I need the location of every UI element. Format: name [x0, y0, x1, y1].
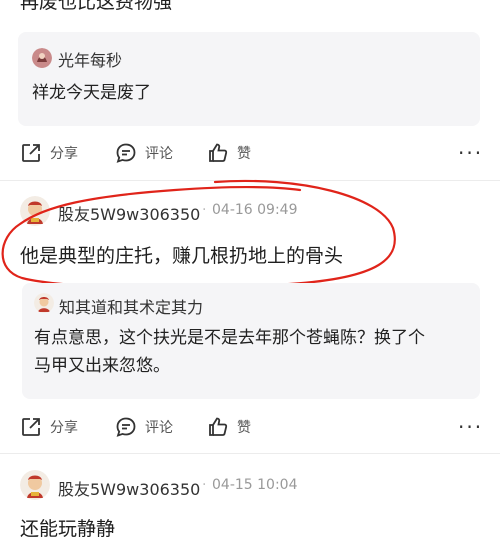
reply-avatar [34, 293, 54, 313]
like-button[interactable]: 赞 [207, 416, 251, 438]
divider [0, 453, 500, 454]
comment-text: 还能玩静静 [20, 518, 116, 540]
like-button[interactable]: 赞 [207, 142, 251, 164]
comment-icon [115, 416, 137, 438]
comment-button[interactable]: 评论 [115, 416, 173, 438]
more-options-button[interactable]: ··· [458, 415, 483, 439]
user-avatar[interactable] [20, 470, 50, 500]
like-label: 赞 [237, 146, 251, 162]
separator-dot: · [202, 202, 207, 218]
share-icon [20, 416, 42, 438]
comment-text-top: 再废也比这费物强 [20, 0, 173, 13]
thumbs-up-icon [207, 416, 229, 438]
divider [0, 180, 500, 181]
share-icon [20, 142, 42, 164]
reply-quote-box[interactable]: 知其道和其术定其力 有点意思，这个扶光是不是去年那个苍蝇陈？换了个 马甲又出来忽… [22, 283, 480, 399]
share-label: 分享 [50, 420, 78, 436]
like-label: 赞 [237, 420, 251, 436]
share-button[interactable]: 分享 [20, 416, 78, 438]
thumbs-up-icon [207, 142, 229, 164]
comment-text: 他是典型的庄托，赚几根扔地上的骨头 [20, 245, 344, 267]
share-label: 分享 [50, 146, 78, 162]
reply-username[interactable]: 光年每秒 [58, 47, 122, 71]
reply-text: 祥龙今天是废了 [32, 83, 151, 103]
user-avatar[interactable] [20, 196, 50, 226]
comment-label: 评论 [145, 146, 173, 162]
reply-avatar [32, 48, 52, 68]
comment-timestamp: 04-15 10:04 [212, 477, 298, 493]
reply-text-line-2: 马甲又出来忽悠。 [34, 356, 170, 376]
comment-label: 评论 [145, 420, 173, 436]
separator-dot: · [202, 477, 207, 493]
comment-timestamp: 04-16 09:49 [212, 202, 298, 218]
reply-username[interactable]: 知其道和其术定其力 [59, 294, 203, 318]
reply-quote-box[interactable]: 光年每秒 祥龙今天是废了 [18, 32, 480, 126]
comment-button[interactable]: 评论 [115, 142, 173, 164]
comment-icon [115, 142, 137, 164]
reply-text-line-1: 有点意思，这个扶光是不是去年那个苍蝇陈？换了个 [34, 328, 425, 348]
share-button[interactable]: 分享 [20, 142, 78, 164]
more-options-button[interactable]: ··· [458, 141, 483, 165]
comment-username[interactable]: 股友5W9w306350 [58, 476, 200, 500]
comment-username[interactable]: 股友5W9w306350 [58, 201, 200, 225]
